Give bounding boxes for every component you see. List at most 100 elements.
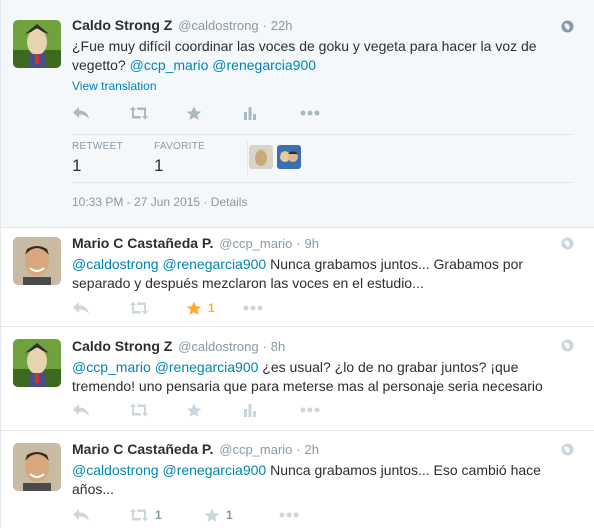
- separator-dot: ·: [262, 339, 267, 354]
- analytics-icon: [244, 404, 256, 417]
- retweet-stat-count: 1: [72, 156, 82, 175]
- favorite-button[interactable]: [186, 106, 243, 121]
- mention-link[interactable]: @caldostrong: [72, 256, 159, 272]
- more-icon: [300, 407, 320, 413]
- tweet-text: @ccp_mario @renegarcia900 ¿es usual? ¿lo…: [72, 358, 574, 396]
- tweet-time[interactable]: 22h: [271, 18, 293, 33]
- retweet-button[interactable]: [129, 301, 186, 315]
- avatar-caldo[interactable]: [13, 20, 61, 68]
- tweet-header: Mario C Castañeda P. @ccp_mario · 2h: [72, 441, 574, 457]
- separator-dot: ·: [262, 18, 267, 33]
- tweet-header: Mario C Castañeda P. @ccp_mario · 9h: [72, 235, 574, 251]
- retweet-icon: [130, 301, 148, 315]
- more-button[interactable]: [300, 110, 357, 116]
- favoriter-avatar[interactable]: [249, 145, 273, 169]
- analytics-button[interactable]: [243, 403, 300, 417]
- tweet-text: ¿Fue muy difícil coordinar las voces de …: [72, 37, 574, 75]
- tweet-time[interactable]: 2h: [305, 442, 319, 457]
- favorite-icon: [186, 301, 202, 315]
- tweet-reply[interactable]: Caldo Strong Z @caldostrong · 8h @ccp_ma…: [1, 327, 594, 431]
- mention-link[interactable]: @ccp_mario: [72, 359, 151, 375]
- favorite-stat-label: FAVORITE: [154, 141, 206, 152]
- mention-link[interactable]: @renegarcia900: [155, 359, 259, 375]
- mention-link[interactable]: @caldostrong: [72, 462, 159, 478]
- analytics-icon: [244, 107, 256, 120]
- tweet-focused: Caldo Strong Z @caldostrong · 22h ¿Fue m…: [1, 0, 594, 228]
- author-handle[interactable]: @caldostrong: [178, 339, 258, 354]
- avatar-mario[interactable]: [13, 237, 61, 285]
- stats-divider: [247, 141, 248, 175]
- reply-icon: [73, 509, 89, 521]
- tweet-feed: Caldo Strong Z @caldostrong · 22h ¿Fue m…: [0, 0, 594, 528]
- mention-link[interactable]: @renegarcia900: [162, 462, 266, 478]
- favorite-button[interactable]: [186, 403, 243, 418]
- retweet-button[interactable]: 1: [129, 508, 204, 522]
- tweet-actions: 1: [72, 298, 300, 318]
- reply-icon: [73, 404, 89, 416]
- separator-dot: ·: [296, 442, 301, 457]
- reply-button[interactable]: [72, 106, 129, 120]
- tweet-header: Caldo Strong Z @caldostrong · 22h: [72, 17, 574, 33]
- author-fullname[interactable]: Mario C Castañeda P.: [72, 441, 213, 457]
- favorite-icon: [204, 508, 220, 522]
- author-handle[interactable]: @ccp_mario: [219, 442, 292, 457]
- meta-separator-dot: ·: [203, 195, 208, 209]
- retweet-icon: [130, 403, 148, 417]
- avatar-mario[interactable]: [13, 443, 61, 491]
- mention-link[interactable]: @ccp_mario: [130, 57, 209, 73]
- more-button[interactable]: [279, 512, 336, 518]
- retweet-stat[interactable]: RETWEET 1: [72, 141, 123, 176]
- favorite-stat-count: 1: [154, 156, 164, 175]
- avatar-caldo[interactable]: [13, 339, 61, 387]
- retweet-button[interactable]: [129, 403, 186, 417]
- retweet-count: 1: [155, 508, 162, 522]
- tweet-reply[interactable]: Mario C Castañeda P. @ccp_mario · 9h @ca…: [1, 228, 594, 327]
- details-link[interactable]: Details: [211, 195, 248, 209]
- retweet-icon: [130, 508, 148, 522]
- author-handle[interactable]: @ccp_mario: [219, 236, 292, 251]
- author-handle[interactable]: @caldostrong: [178, 18, 258, 33]
- favorite-icon: [186, 106, 202, 120]
- author-fullname[interactable]: Mario C Castañeda P.: [72, 235, 213, 251]
- tweet-reply[interactable]: Mario C Castañeda P. @ccp_mario · 2h @ca…: [1, 431, 594, 528]
- favoriter-avatars: [249, 145, 301, 169]
- tweet-actions: [72, 103, 357, 123]
- retweet-button[interactable]: [129, 106, 186, 120]
- favorite-count: 1: [226, 508, 233, 522]
- more-icon: [243, 305, 263, 311]
- author-fullname[interactable]: Caldo Strong Z: [72, 17, 172, 33]
- reply-button[interactable]: [72, 403, 129, 417]
- tweet-actions: 1 1: [72, 505, 336, 525]
- analytics-button[interactable]: [243, 106, 300, 120]
- more-button[interactable]: [243, 305, 300, 311]
- retweet-stat-label: RETWEET: [72, 141, 123, 152]
- tweet-time[interactable]: 8h: [271, 339, 285, 354]
- reply-icon: [73, 107, 89, 119]
- full-timestamp[interactable]: 10:33 PM - 27 Jun 2015: [72, 195, 200, 209]
- tweet-time[interactable]: 9h: [305, 236, 319, 251]
- favoriter-avatar[interactable]: [277, 145, 301, 169]
- tweet-meta: 10:33 PM - 27 Jun 2015 · Details: [72, 195, 247, 209]
- mention-link[interactable]: @renegarcia900: [212, 57, 316, 73]
- more-icon: [300, 110, 320, 116]
- favorite-count: 1: [208, 301, 215, 315]
- tweet-actions: [72, 400, 357, 420]
- tweet-header: Caldo Strong Z @caldostrong · 8h: [72, 338, 574, 354]
- reply-button[interactable]: [72, 301, 129, 315]
- favorite-icon: [186, 403, 202, 417]
- tweet-text: @caldostrong @renegarcia900 Nunca grabam…: [72, 255, 574, 293]
- favorite-button[interactable]: 1: [186, 301, 243, 316]
- author-fullname[interactable]: Caldo Strong Z: [72, 338, 172, 354]
- retweet-icon: [130, 106, 148, 120]
- favorite-stat[interactable]: FAVORITE 1: [154, 141, 205, 176]
- separator-dot: ·: [296, 236, 301, 251]
- reply-icon: [73, 302, 89, 314]
- favorite-button[interactable]: 1: [204, 508, 279, 523]
- tweet-stats: RETWEET 1 FAVORITE 1: [72, 134, 574, 183]
- more-icon: [279, 512, 299, 518]
- tweet-text: @caldostrong @renegarcia900 Nunca grabam…: [72, 461, 574, 499]
- mention-link[interactable]: @renegarcia900: [162, 256, 266, 272]
- view-translation-link[interactable]: View translation: [72, 79, 574, 93]
- more-button[interactable]: [300, 407, 357, 413]
- reply-button[interactable]: [72, 508, 129, 522]
